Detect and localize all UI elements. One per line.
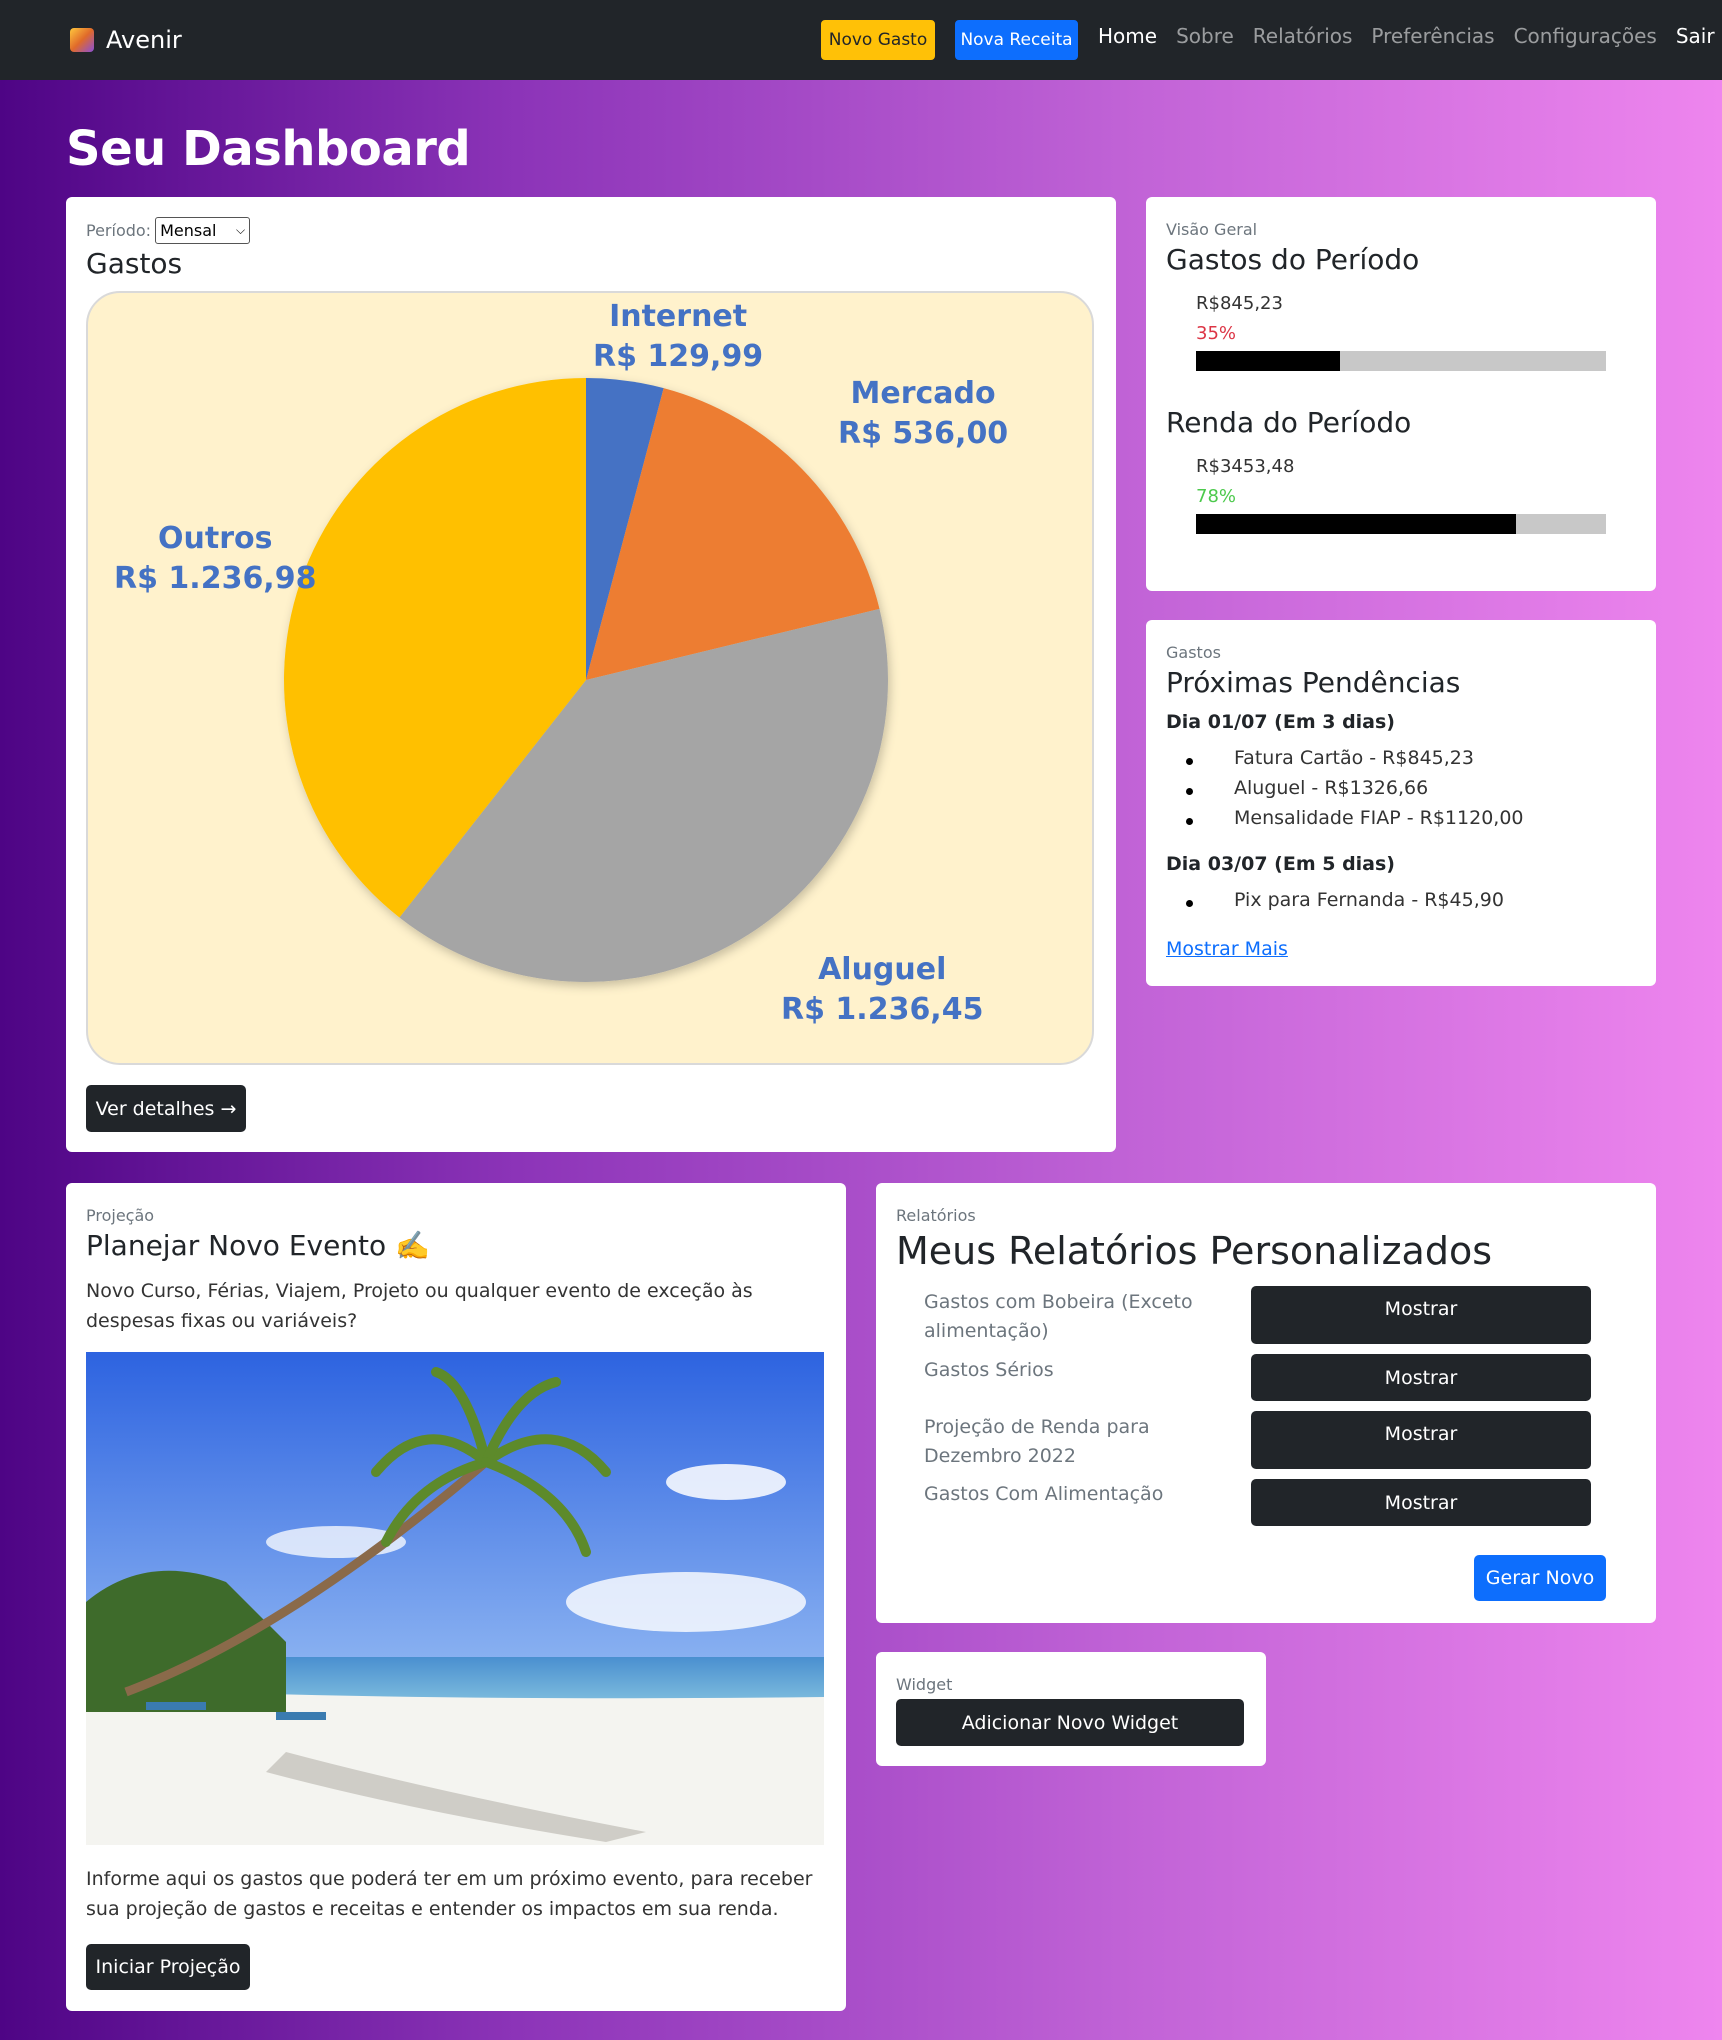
mostrar-mais-link[interactable]: Mostrar Mais: [1166, 938, 1288, 960]
gastos-card: Período: Mensal ⌵ Gastos Internet R$ 129…: [66, 197, 1116, 1152]
projecao-title: Planejar Novo Evento ✍️: [86, 1229, 430, 1262]
relatorios-title: Meus Relatórios Personalizados: [896, 1229, 1492, 1273]
report-label-2: Gastos Sérios: [924, 1359, 1054, 1381]
mostrar-report-3-button[interactable]: Mostrar: [1251, 1411, 1591, 1469]
brand-logo-icon: [70, 28, 94, 52]
gastos-title: Gastos: [86, 247, 183, 280]
nav-link-sair[interactable]: Sair: [1676, 24, 1715, 48]
projecao-card: Projeção Planejar Novo Evento ✍️ Novo Cu…: [66, 1183, 846, 2011]
pendencias-date-2: Dia 03/07 (Em 5 dias): [1166, 853, 1395, 875]
report-label-1: Gastos com Bobeira (Exceto alimentação): [924, 1291, 1193, 1342]
mostrar-report-2-button[interactable]: Mostrar: [1251, 1354, 1591, 1401]
list-item: Fatura Cartão - R$845,23: [1166, 747, 1636, 777]
pie-label-mercado-value: R$ 536,00: [838, 416, 1009, 451]
relatorios-card: Relatórios Meus Relatórios Personalizado…: [876, 1183, 1656, 1623]
pie-label-outros-value: R$ 1.236,98: [114, 561, 317, 596]
renda-progress-fill: [1196, 514, 1516, 534]
pendencias-card: Gastos Próximas Pendências Dia 01/07 (Em…: [1146, 620, 1656, 986]
nav-link-home[interactable]: Home: [1098, 24, 1157, 48]
nova-receita-button[interactable]: Nova Receita: [955, 20, 1078, 60]
report-label-3: Projeção de Renda para Dezembro 2022: [924, 1416, 1150, 1467]
renda-periodo-value: R$3453,48: [1196, 456, 1295, 477]
gastos-periodo-value: R$845,23: [1196, 293, 1283, 314]
gastos-progress-fill: [1196, 351, 1340, 371]
nav-link-sobre[interactable]: Sobre: [1176, 24, 1234, 48]
projecao-text: Informe aqui os gastos que poderá ter em…: [86, 1868, 813, 1920]
renda-periodo-pct: 78%: [1196, 486, 1237, 507]
pendencias-list-1: Fatura Cartão - R$845,23 Aluguel - R$132…: [1166, 747, 1636, 837]
overview-subtitle: Visão Geral: [1166, 220, 1258, 239]
list-item: Pix para Fernanda - R$45,90: [1166, 889, 1636, 919]
renda-periodo-title: Renda do Período: [1166, 406, 1412, 439]
pie-label-internet: Internet R$ 129,99: [593, 297, 763, 377]
gastos-periodo-title: Gastos do Período: [1166, 243, 1420, 276]
projecao-description: Novo Curso, Férias, Viajem, Projeto ou q…: [86, 1280, 753, 1332]
pie-label-aluguel: Aluguel R$ 1.236,45: [781, 950, 983, 1030]
relatorios-subtitle: Relatórios: [896, 1206, 976, 1225]
page-title: Seu Dashboard: [66, 121, 471, 177]
beach-image: [86, 1352, 824, 1845]
pendencias-subtitle: Gastos: [1166, 643, 1221, 662]
list-item: Aluguel - R$1326,66: [1166, 777, 1636, 807]
period-value: Mensal: [160, 221, 217, 240]
gastos-periodo-pct: 35%: [1196, 323, 1237, 344]
nav-links: Home Sobre Relatórios Preferências Confi…: [1098, 24, 1715, 48]
widget-card: Widget Adicionar Novo Widget: [876, 1652, 1266, 1766]
pendencias-date-1: Dia 01/07 (Em 3 dias): [1166, 711, 1395, 733]
list-item: Mensalidade FIAP - R$1120,00: [1166, 807, 1636, 837]
pie-label-outros: Outros R$ 1.236,98: [114, 519, 316, 599]
nav-link-preferencias[interactable]: Preferências: [1371, 24, 1494, 48]
mostrar-report-1-button[interactable]: Mostrar: [1251, 1286, 1591, 1344]
adicionar-widget-button[interactable]: Adicionar Novo Widget: [896, 1699, 1244, 1746]
mostrar-report-4-button[interactable]: Mostrar: [1251, 1479, 1591, 1526]
widget-subtitle: Widget: [896, 1675, 953, 1694]
ver-detalhes-button[interactable]: Ver detalhes →: [86, 1085, 246, 1132]
nav-link-configuracoes[interactable]: Configurações: [1514, 24, 1657, 48]
pie-label-internet-name: Internet: [609, 299, 748, 334]
pie-label-mercado-name: Mercado: [850, 376, 996, 411]
period-row: Período: Mensal ⌵: [86, 217, 251, 244]
renda-progress-bar: [1196, 514, 1606, 534]
pendencias-list-2: Pix para Fernanda - R$45,90: [1166, 889, 1636, 919]
overview-card: Visão Geral Gastos do Período R$845,23 3…: [1146, 197, 1656, 591]
chevron-down-icon: ⌵: [235, 223, 246, 237]
pie-label-aluguel-value: R$ 1.236,45: [781, 992, 984, 1027]
nav-link-relatorios[interactable]: Relatórios: [1253, 24, 1353, 48]
pendencias-title: Próximas Pendências: [1166, 666, 1461, 699]
brand[interactable]: Avenir: [70, 26, 182, 54]
gastos-progress-bar: [1196, 351, 1606, 371]
brand-name: Avenir: [106, 26, 182, 54]
iniciar-projecao-button[interactable]: Iniciar Projeção: [86, 1944, 250, 1990]
pie-label-aluguel-name: Aluguel: [818, 952, 947, 987]
period-label: Período:: [86, 221, 152, 240]
projecao-subtitle: Projeção: [86, 1206, 155, 1225]
period-select[interactable]: Mensal ⌵: [155, 217, 251, 244]
navbar: Avenir Novo Gasto Nova Receita Home Sobr…: [0, 0, 1722, 80]
pie-chart-box: Internet R$ 129,99 Mercado R$ 536,00 Alu…: [86, 291, 1094, 1065]
novo-gasto-button[interactable]: Novo Gasto: [821, 20, 935, 60]
pie-label-mercado: Mercado R$ 536,00: [838, 374, 1008, 454]
pie-label-outros-name: Outros: [158, 521, 273, 556]
gerar-novo-button[interactable]: Gerar Novo: [1474, 1555, 1606, 1601]
pie-label-internet-value: R$ 129,99: [593, 339, 764, 374]
report-label-4: Gastos Com Alimentação: [924, 1483, 1164, 1505]
